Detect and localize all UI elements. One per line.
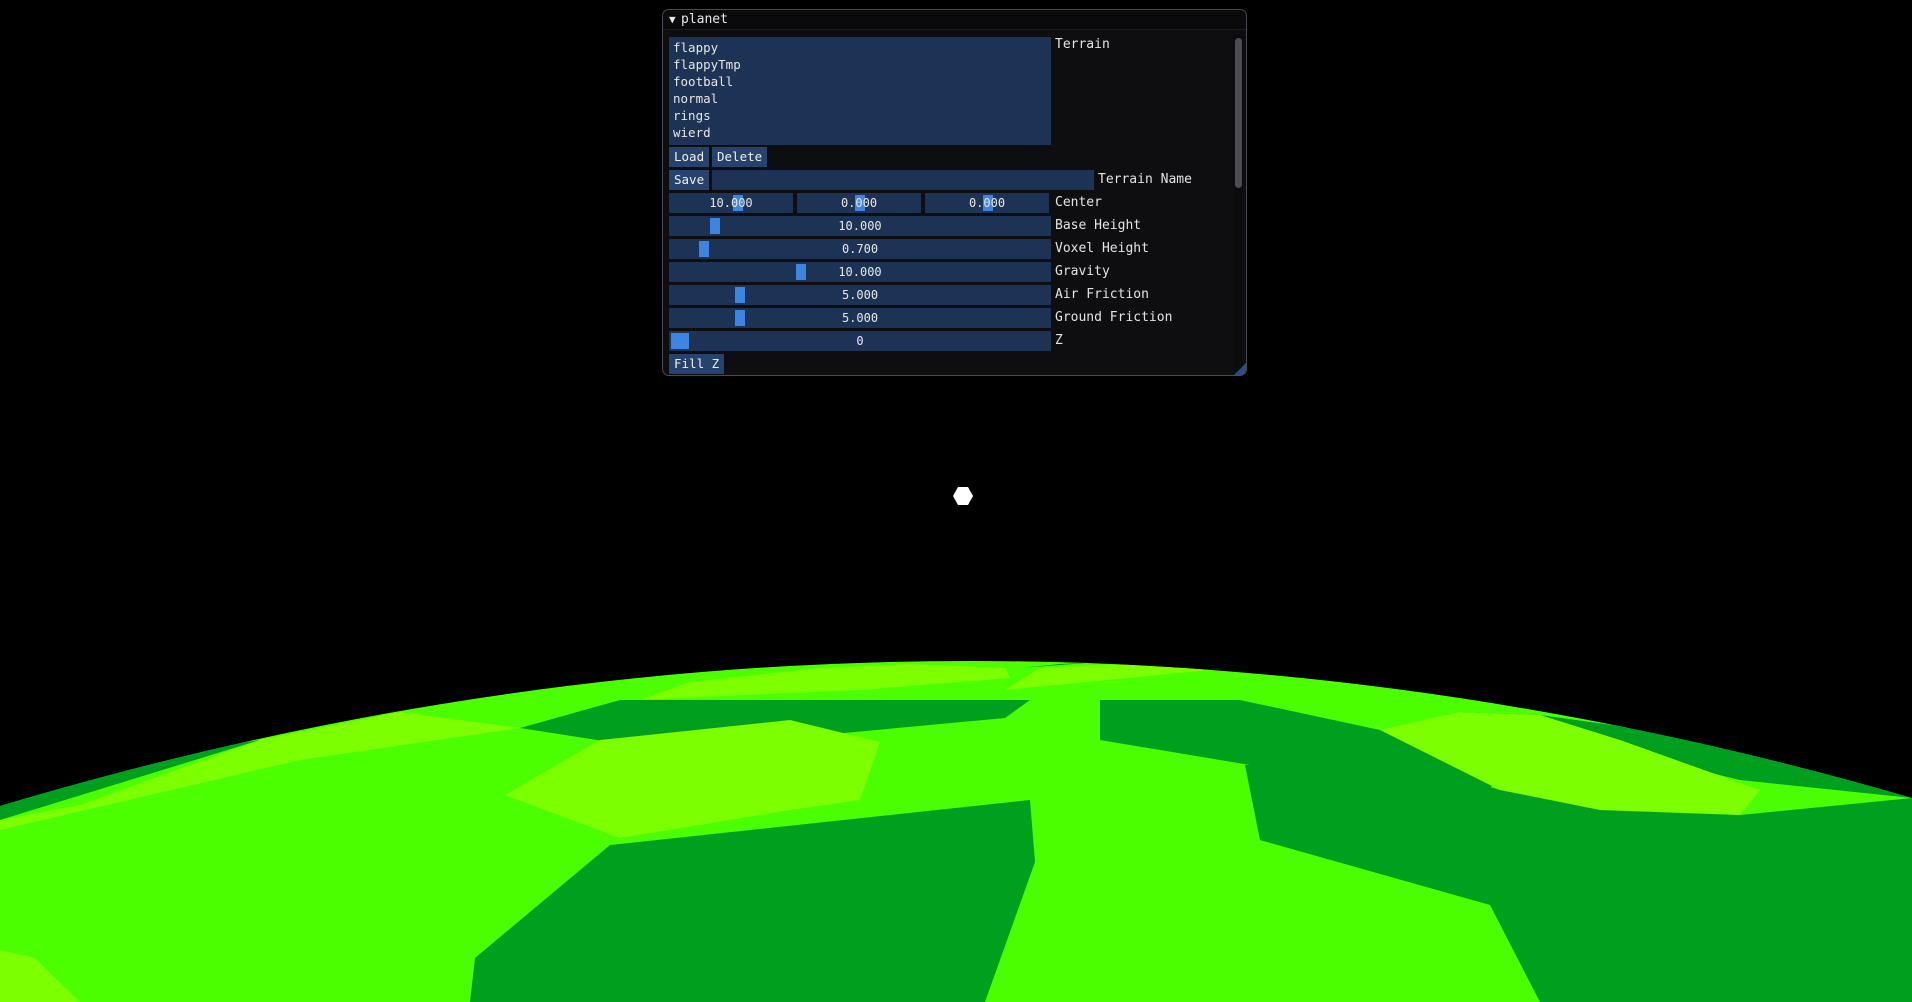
- terrain-name-input[interactable]: [712, 170, 1094, 190]
- air-friction-value: 5.000: [841, 288, 879, 302]
- collapse-arrow-icon[interactable]: ▼: [669, 10, 681, 29]
- resize-grip-icon[interactable]: [1234, 363, 1246, 375]
- z-slider[interactable]: 0: [669, 331, 1051, 351]
- planet-window: ▼ planet flappy flappyTmp football normal…: [662, 9, 1247, 376]
- gravity-value: 10.000: [838, 265, 882, 279]
- base-height-label: Base Height: [1055, 218, 1142, 233]
- save-button[interactable]: Save: [669, 170, 710, 190]
- center-y-value: 0.000: [840, 196, 878, 210]
- terrain-list-item[interactable]: normal: [673, 90, 1047, 107]
- terrain-listbox[interactable]: flappy flappyTmp football normal rings w…: [669, 37, 1051, 145]
- terrain-list-item[interactable]: flappyTmp: [673, 56, 1047, 73]
- terrain-list-item[interactable]: flappy: [673, 39, 1047, 56]
- ground-friction-label: Ground Friction: [1055, 310, 1173, 325]
- center-z-value: 0.000: [968, 196, 1006, 210]
- air-friction-slider[interactable]: 5.000: [669, 285, 1051, 305]
- voxel-height-slider[interactable]: 0.700: [669, 239, 1051, 259]
- air-friction-label: Air Friction: [1055, 287, 1149, 302]
- voxel-height-label: Voxel Height: [1055, 241, 1149, 256]
- center-label: Center: [1055, 195, 1102, 210]
- ground-friction-value: 5.000: [841, 311, 879, 325]
- delete-button[interactable]: Delete: [712, 147, 768, 167]
- base-height-value: 10.000: [838, 219, 882, 233]
- z-label: Z: [1055, 333, 1063, 348]
- gravity-label: Gravity: [1055, 264, 1110, 279]
- load-button[interactable]: Load: [669, 147, 710, 167]
- voxel-height-value: 0.700: [841, 242, 879, 256]
- ground-friction-slider[interactable]: 5.000: [669, 308, 1051, 328]
- player-marker: [953, 487, 973, 505]
- scrollbar-thumb[interactable]: [1235, 38, 1242, 188]
- gravity-slider[interactable]: 10.000: [669, 262, 1051, 282]
- terrain-list-item[interactable]: wierd: [673, 124, 1047, 141]
- center-y-field[interactable]: 0.000: [797, 193, 921, 213]
- terrain-list-item[interactable]: football: [673, 73, 1047, 90]
- window-title: planet: [681, 12, 728, 27]
- terrain-label: Terrain: [1055, 37, 1110, 52]
- fill-z-button[interactable]: Fill Z: [669, 354, 725, 374]
- center-x-value: 10.000: [709, 196, 753, 210]
- z-value: 0: [856, 334, 864, 348]
- terrain-list-item[interactable]: rings: [673, 107, 1047, 124]
- base-height-slider[interactable]: 10.000: [669, 216, 1051, 236]
- window-title-bar[interactable]: ▼ planet: [663, 10, 1246, 30]
- center-x-field[interactable]: 10.000: [669, 193, 793, 213]
- center-z-field[interactable]: 0.000: [925, 193, 1049, 213]
- terrain-name-label: Terrain Name: [1098, 172, 1192, 187]
